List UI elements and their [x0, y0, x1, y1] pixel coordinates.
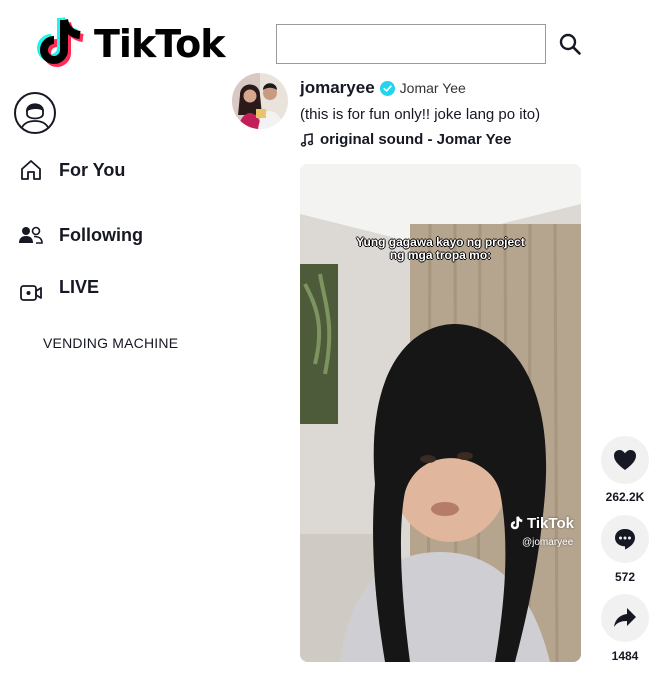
- author-avatar[interactable]: [232, 73, 288, 129]
- brand-name: TikTok: [94, 22, 225, 66]
- tiktok-logo[interactable]: TikTok: [30, 14, 225, 74]
- author-photo: [232, 73, 288, 129]
- sidebar-item-label: For You: [59, 159, 126, 180]
- overlay-line-2: ng mga tropa mo:: [389, 248, 492, 262]
- share-count: 1484: [611, 649, 639, 663]
- tiktok-note-icon: [510, 516, 523, 530]
- people-icon: [18, 222, 44, 248]
- video-overlay-text: Yung gagawa kayo ng project ng mga tropa…: [300, 236, 581, 262]
- sidebar-item-following[interactable]: Following: [18, 222, 143, 248]
- share-arrow-icon: [614, 608, 636, 627]
- tiktok-note-icon: [37, 16, 84, 67]
- comment-button[interactable]: [601, 515, 649, 563]
- live-camera-icon: [18, 280, 44, 306]
- search-button[interactable]: [556, 30, 584, 58]
- like-count: 262.2K: [605, 490, 645, 504]
- video-watermark: TikTok: [508, 515, 574, 532]
- verified-badge-icon: [379, 80, 395, 96]
- search-input[interactable]: [277, 25, 545, 63]
- video-player[interactable]: Yung gagawa kayo ng project ng mga tropa…: [300, 164, 581, 662]
- author-info: jomaryee Jomar Yee: [300, 78, 466, 98]
- music-note-icon: [300, 132, 314, 147]
- post-caption: (this is for fun only!! joke lang po ito…: [300, 106, 541, 123]
- music-link[interactable]: original sound - Jomar Yee: [300, 131, 511, 148]
- author-nickname[interactable]: Jomar Yee: [400, 80, 466, 96]
- search-box[interactable]: [276, 24, 546, 64]
- share-button[interactable]: [601, 594, 649, 642]
- profile-avatar-button[interactable]: [14, 92, 56, 134]
- sidebar-item-for-you[interactable]: For You: [18, 157, 125, 183]
- author-username[interactable]: jomaryee: [300, 78, 375, 98]
- sidebar-item-label: Following: [59, 224, 143, 245]
- home-icon: [18, 157, 44, 183]
- sidebar-item-live[interactable]: LIVE: [18, 268, 99, 306]
- comment-icon: [615, 529, 635, 550]
- vending-machine-link[interactable]: VENDING MACHINE: [43, 335, 178, 351]
- user-avatar-icon: [20, 103, 50, 131]
- comment-count: 572: [614, 570, 636, 584]
- search-icon: [559, 33, 581, 55]
- like-button[interactable]: [601, 436, 649, 484]
- music-title: original sound - Jomar Yee: [320, 131, 512, 148]
- watermark-handle: @jomaryee: [522, 537, 574, 548]
- heart-icon: [614, 450, 636, 470]
- watermark-brand: TikTok: [527, 515, 574, 532]
- sidebar-item-label: LIVE: [59, 276, 100, 297]
